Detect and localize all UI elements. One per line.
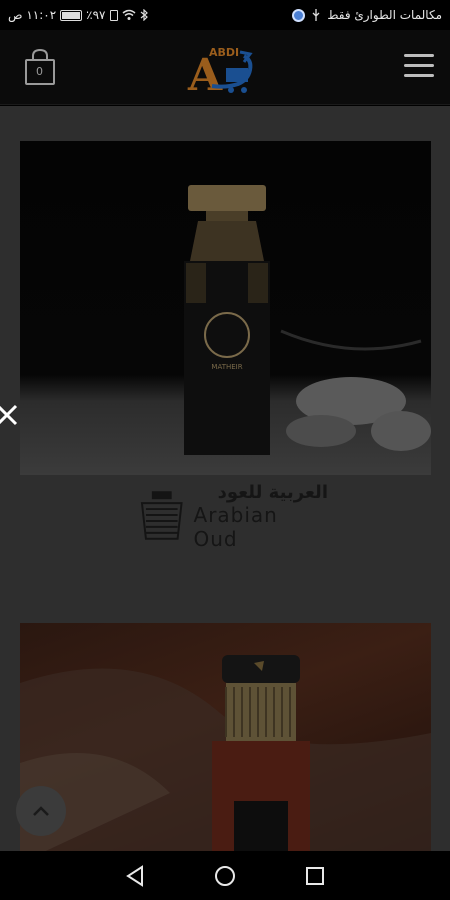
home-button[interactable] xyxy=(211,862,239,890)
product-image-2[interactable] xyxy=(20,623,431,851)
status-bar: ١١:٠٢ ص ٪٩٧ مكالمات الطوارئ فقط xyxy=(0,0,450,30)
brand-english-name: Arabian Oud xyxy=(193,502,278,551)
hamburger-line xyxy=(404,54,434,57)
close-icon[interactable] xyxy=(0,402,20,428)
home-circle-icon xyxy=(215,865,235,886)
recents-button[interactable] xyxy=(301,862,329,890)
wifi-icon xyxy=(122,9,135,20)
brand-arabian-oud[interactable]: العربية للعود Arabian Oud xyxy=(138,482,328,551)
carrier-status: مكالمات الطوارئ فقط xyxy=(327,8,442,22)
brand-text: العربية للعود Arabian Oud xyxy=(194,482,328,551)
battery-icon xyxy=(60,9,83,21)
back-triangle-icon xyxy=(126,864,143,887)
arabian-oud-logo-icon xyxy=(140,491,183,540)
content-overlay: MATHEIR العربية للعود Arabian Oud xyxy=(0,106,450,851)
back-button[interactable] xyxy=(121,862,149,890)
brand-arabic-name: العربية للعود xyxy=(217,481,328,503)
status-right: مكالمات الطوارئ فقط xyxy=(292,8,442,22)
navigation-bar xyxy=(0,851,450,900)
flowers-decoration xyxy=(280,329,431,451)
hamburger-line xyxy=(404,64,434,67)
cart-count: 0 xyxy=(36,65,43,78)
perfume-bottle-1: MATHEIR xyxy=(184,185,270,455)
usb-icon xyxy=(312,9,320,21)
abdi-logo[interactable]: A ABDI xyxy=(186,42,266,101)
chevron-up-icon xyxy=(33,806,49,816)
logo-text: ABDI xyxy=(209,46,239,59)
hamburger-line xyxy=(404,74,434,77)
bluetooth-icon xyxy=(140,9,148,21)
vpn-icon xyxy=(292,8,306,22)
clock: ١١:٠٢ ص xyxy=(8,8,57,22)
cart-button[interactable]: 0 xyxy=(24,48,56,86)
battery-percent: ٪٩٧ xyxy=(86,8,106,22)
app-header: 0 A ABDI xyxy=(0,30,450,105)
perfume-bottle-2 xyxy=(212,655,310,851)
bottle-label-1: MATHEIR xyxy=(211,363,242,371)
product-image-1[interactable]: MATHEIR xyxy=(20,141,431,475)
scroll-to-top-button[interactable] xyxy=(16,786,66,836)
menu-button[interactable] xyxy=(404,54,434,80)
status-left: ١١:٠٢ ص ٪٩٧ xyxy=(8,8,148,22)
recents-square-icon xyxy=(306,866,324,885)
sim-icon xyxy=(109,9,118,21)
